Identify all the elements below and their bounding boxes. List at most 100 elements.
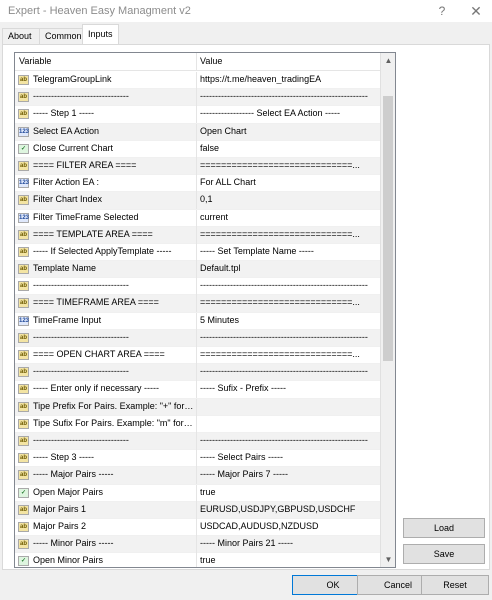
string-type-icon: ab xyxy=(18,298,29,309)
reset-button[interactable]: Reset xyxy=(421,575,489,595)
string-type-icon: ab xyxy=(18,470,29,481)
column-divider[interactable] xyxy=(196,53,197,71)
variable-value[interactable]: ----- Set Template Name ----- xyxy=(200,246,378,256)
variable-name: ==== TIMEFRAME AREA ==== xyxy=(33,297,159,308)
table-row[interactable]: ab -------------------------------- ------… xyxy=(15,329,381,347)
cell-separator xyxy=(196,123,197,141)
variable-name: -------------------------------- xyxy=(33,366,129,377)
variable-value[interactable]: For ALL Chart xyxy=(200,177,378,187)
variable-value[interactable]: true xyxy=(200,555,378,565)
table-row[interactable]: ab ----- Step 1 ----- ------------------ S… xyxy=(15,106,381,124)
cell-separator xyxy=(196,243,197,261)
scroll-down-arrow-icon[interactable]: ▼ xyxy=(381,552,395,567)
table-row[interactable]: ab ----- Major Pairs ----- ----- Major Pai… xyxy=(15,467,381,485)
table-row[interactable]: ab ==== FILTER AREA ==== =================… xyxy=(15,157,381,176)
table-row[interactable]: ab ==== OPEN CHART AREA ==== =============… xyxy=(15,347,381,365)
variable-value[interactable]: ----------------------------------------… xyxy=(200,91,378,101)
variable-name: -------------------------------- xyxy=(33,331,129,342)
table-row[interactable]: ab Tipe Sufix For Pairs. Example: "m" for… xyxy=(15,415,381,433)
table-body: ab TelegramGroupLink https://t.me/heaven_t… xyxy=(15,72,381,567)
variable-value[interactable]: true xyxy=(200,487,378,497)
table-row[interactable]: ab Major Pairs 1 EURUSD,USDJPY,GBPUSD,USDC… xyxy=(15,501,381,519)
variable-value[interactable]: =============================... xyxy=(200,229,378,239)
scrollbar-thumb[interactable] xyxy=(383,96,393,361)
close-button[interactable]: ✕ xyxy=(462,2,490,20)
variable-name: Filter Chart Index xyxy=(33,194,103,205)
scroll-up-arrow-icon[interactable]: ▲ xyxy=(381,53,395,68)
variable-value[interactable]: ----- Select Pairs ----- xyxy=(200,452,378,462)
variable-value[interactable]: Default.tpl xyxy=(200,263,378,273)
table-row[interactable]: ab Major Pairs 2 USDCAD,AUDUSD,NZDUSD xyxy=(15,518,381,537)
variable-value[interactable]: ----- Sufix - Prefix ----- xyxy=(200,383,378,393)
cell-separator xyxy=(196,106,197,124)
variable-name: Major Pairs 1 xyxy=(33,503,87,514)
save-button[interactable]: Save xyxy=(403,544,485,564)
variable-value[interactable]: 0,1 xyxy=(200,194,378,204)
cell-separator xyxy=(196,381,197,399)
variable-value[interactable]: ----------------------------------------… xyxy=(200,280,378,290)
table-row[interactable]: ab -------------------------------- ------… xyxy=(15,432,381,451)
table-row[interactable]: ab -------------------------------- ------… xyxy=(15,89,381,107)
cell-separator xyxy=(196,553,197,567)
table-row[interactable]: ab -------------------------------- ------… xyxy=(15,364,381,382)
cell-separator xyxy=(196,398,197,416)
table-row[interactable]: ab Filter Chart Index 0,1 xyxy=(15,192,381,210)
variable-value[interactable]: 5 Minutes xyxy=(200,315,378,325)
table-row[interactable]: ab Template Name Default.tpl xyxy=(15,261,381,279)
string-type-icon: ab xyxy=(18,453,29,464)
variable-value[interactable]: false xyxy=(200,143,378,153)
variable-value[interactable]: =============================... xyxy=(200,349,378,359)
table-row[interactable]: 123 Select EA Action Open Chart xyxy=(15,123,381,141)
string-type-icon: ab xyxy=(18,195,29,206)
table-row[interactable]: 123 Filter Action EA : For ALL Chart xyxy=(15,175,381,193)
help-button[interactable]: ? xyxy=(428,2,456,20)
table-row[interactable]: ab ----- Step 3 ----- ----- Select Pairs -… xyxy=(15,450,381,468)
cell-separator xyxy=(196,89,197,107)
table-row[interactable]: 123 TimeFrame Input 5 Minutes xyxy=(15,312,381,330)
tab-about[interactable]: About xyxy=(2,28,40,45)
string-type-icon: ab xyxy=(18,435,29,446)
variable-value[interactable]: current xyxy=(200,212,378,222)
variable-value[interactable]: EURUSD,USDJPY,GBPUSD,USDCHF xyxy=(200,504,378,514)
variable-value[interactable]: ----- Major Pairs 7 ----- xyxy=(200,469,378,479)
variable-name: TimeFrame Input xyxy=(33,314,102,325)
table-row[interactable]: ✓ Open Minor Pairs true xyxy=(15,553,381,567)
tab-common[interactable]: Common xyxy=(39,28,83,45)
variable-name: Open Minor Pairs xyxy=(33,555,104,566)
variable-value[interactable]: https://t.me/heaven_tradingEA xyxy=(200,74,378,84)
table-row[interactable]: ab -------------------------------- ------… xyxy=(15,278,381,296)
table-row[interactable]: ab ==== TEMPLATE AREA ==== ===============… xyxy=(15,226,381,244)
table-row[interactable]: ab TelegramGroupLink https://t.me/heaven_t… xyxy=(15,72,381,90)
variable-value[interactable]: =============================... xyxy=(200,160,378,170)
string-type-icon: ab xyxy=(18,521,29,532)
variable-value[interactable]: ----------------------------------------… xyxy=(200,366,378,376)
table-row[interactable]: ab ----- Enter only if necessary ----- ---… xyxy=(15,381,381,399)
tab-inputs[interactable]: Inputs xyxy=(82,24,119,45)
vertical-scrollbar[interactable]: ▲ ▼ xyxy=(380,53,395,567)
variable-value[interactable]: Open Chart xyxy=(200,126,378,136)
variable-name: Tipe Prefix For Pairs. Example: "+" for … xyxy=(33,400,195,411)
variable-value[interactable]: ----------------------------------------… xyxy=(200,332,378,342)
variable-value[interactable]: ----- Minor Pairs 21 ----- xyxy=(200,538,378,548)
string-type-icon: ab xyxy=(18,109,29,120)
number-type-icon: 123 xyxy=(18,178,30,189)
inputs-table[interactable]: Variable Value ab TelegramGroupLink https:… xyxy=(14,52,396,568)
string-type-icon: ab xyxy=(18,264,29,275)
variable-value[interactable]: ------------------ Select EA Action ----… xyxy=(200,108,378,118)
variable-value[interactable]: =============================... xyxy=(200,297,378,307)
table-row[interactable]: 123 Filter TimeFrame Selected current xyxy=(15,209,381,227)
column-header-value[interactable]: Value xyxy=(200,56,222,66)
table-row[interactable]: ✓ Open Major Pairs true xyxy=(15,484,381,502)
variable-value[interactable]: USDCAD,AUDUSD,NZDUSD xyxy=(200,521,378,531)
variable-value[interactable]: ----------------------------------------… xyxy=(200,435,378,445)
load-button[interactable]: Load xyxy=(403,518,485,538)
table-row[interactable]: ab Tipe Prefix For Pairs. Example: "+" fo… xyxy=(15,398,381,416)
table-row[interactable]: ab ----- Minor Pairs ----- ----- Minor Pai… xyxy=(15,536,381,554)
variable-name: ==== FILTER AREA ==== xyxy=(33,159,137,170)
table-row[interactable]: ✓ Close Current Chart false xyxy=(15,140,381,158)
cell-separator xyxy=(196,209,197,227)
column-header-variable[interactable]: Variable xyxy=(19,56,51,66)
table-row[interactable]: ab ==== TIMEFRAME AREA ==== ==============… xyxy=(15,295,381,313)
table-row[interactable]: ab ----- If Selected ApplyTemplate ----- -… xyxy=(15,243,381,262)
string-type-icon: ab xyxy=(18,504,29,515)
